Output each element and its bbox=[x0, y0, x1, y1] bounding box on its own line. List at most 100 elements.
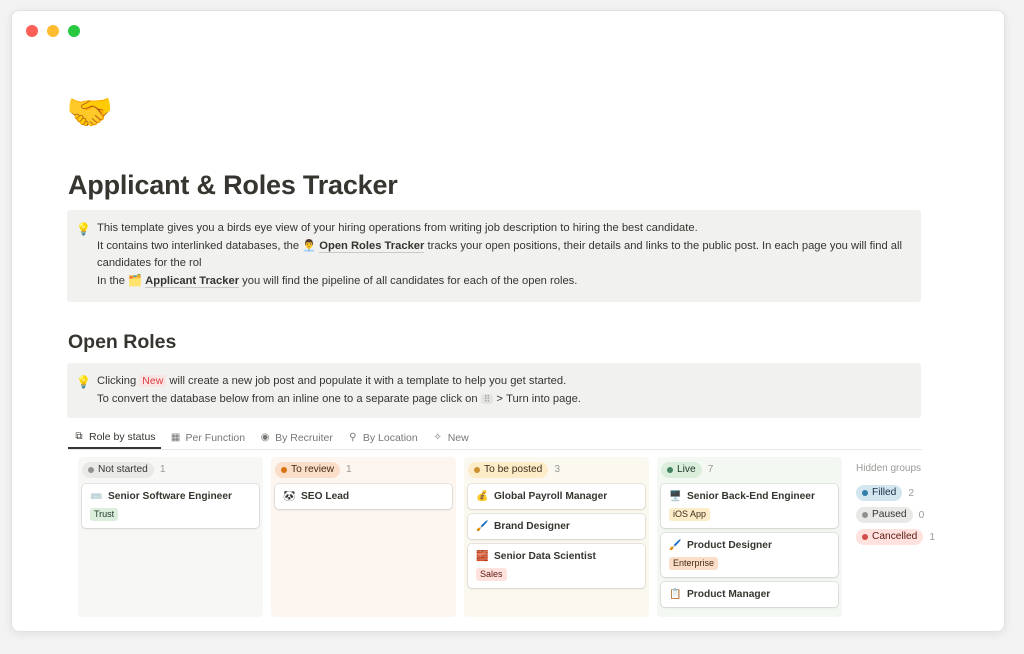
status-pill: Not started bbox=[82, 461, 154, 478]
callout-line: This template gives you a birds eye view… bbox=[97, 222, 698, 234]
column-count: 3 bbox=[554, 464, 561, 475]
tab-new-view[interactable]: ✧ New bbox=[427, 426, 474, 449]
status-dot bbox=[474, 466, 480, 473]
tab-by-recruiter[interactable]: ◉ By Recruiter bbox=[254, 426, 338, 449]
keyboard-icon: ⌨️ bbox=[90, 491, 103, 502]
card-title: Senior Back-End Engineer bbox=[687, 491, 815, 502]
status-dot bbox=[281, 466, 287, 473]
view-tabs: ⧉ Role by status ▦ Per Function ◉ By Rec… bbox=[68, 426, 922, 450]
column-count: 1 bbox=[159, 464, 166, 475]
page-icon[interactable]: 🤝 bbox=[66, 94, 113, 132]
tab-label: By Recruiter bbox=[275, 431, 333, 444]
tab-per-function[interactable]: ▦ Per Function bbox=[165, 426, 251, 449]
zoom-window-button[interactable] bbox=[68, 25, 80, 37]
column-to-review: To review 1 🐼 SEO Lead bbox=[271, 457, 456, 617]
hidden-group-paused[interactable]: Paused 0 bbox=[856, 504, 966, 526]
applicant-tracker-link[interactable]: 🗂️ Applicant Tracker bbox=[128, 274, 240, 288]
status-dot bbox=[862, 490, 868, 496]
column-count: 1 bbox=[346, 464, 352, 475]
callout-line: To convert the database below from an in… bbox=[97, 391, 907, 409]
section-title[interactable]: Open Roles bbox=[68, 331, 176, 354]
column-header[interactable]: Live 7 bbox=[661, 461, 838, 478]
hidden-groups-title: Hidden groups bbox=[856, 463, 922, 474]
role-card[interactable]: ⌨️ Senior Software Engineer Trust bbox=[82, 484, 259, 528]
status-label: Filled bbox=[872, 487, 897, 498]
paintbrush-icon: 🖌️ bbox=[669, 540, 682, 551]
tab-label: Per Function bbox=[185, 431, 246, 444]
card-title: Senior Data Scientist bbox=[494, 551, 596, 562]
board-icon: ⧉ bbox=[75, 431, 83, 442]
group-count: 0 bbox=[918, 509, 925, 521]
callout-line: It contains two interlinked databases, t… bbox=[97, 238, 907, 273]
lightbulb-icon: 💡 bbox=[76, 222, 91, 236]
column-live: Live 7 🖥️ Senior Back-End Engineer iOS Ap… bbox=[657, 457, 842, 617]
sparkle-icon: ✧ bbox=[433, 432, 442, 443]
column-count: 7 bbox=[707, 464, 714, 475]
role-card[interactable]: 🧱 Senior Data Scientist Sales bbox=[468, 544, 645, 588]
callout-text: > Turn into page. bbox=[493, 392, 581, 405]
card-title: Global Payroll Manager bbox=[494, 491, 608, 502]
card-title: SEO Lead bbox=[301, 491, 350, 502]
tab-label: New bbox=[447, 431, 469, 444]
callout-text: will create a new job post and populate … bbox=[166, 375, 567, 387]
column-not-started: Not started 1 ⌨️ Senior Software Engineer… bbox=[78, 457, 263, 617]
team-tag: iOS App bbox=[669, 508, 711, 521]
column-header[interactable]: To review 1 bbox=[275, 461, 452, 478]
card-title: Product Designer bbox=[687, 540, 772, 551]
status-label: Not started bbox=[98, 463, 148, 475]
tab-by-location[interactable]: ⚲ By Location bbox=[342, 426, 423, 449]
link-label: Open Roles Tracker bbox=[319, 239, 425, 253]
status-pill: Filled bbox=[856, 485, 903, 501]
role-card[interactable]: 💰 Global Payroll Manager bbox=[468, 484, 645, 509]
new-inline-code: New bbox=[139, 375, 167, 387]
hidden-group-filled[interactable]: Filled 2 bbox=[856, 482, 966, 504]
status-label: Cancelled bbox=[872, 531, 918, 542]
link-label: Applicant Tracker bbox=[145, 274, 240, 288]
money-bag-icon: 💰 bbox=[476, 491, 489, 502]
column-header[interactable]: To be posted 3 bbox=[468, 461, 645, 478]
card-title: Senior Software Engineer bbox=[108, 491, 232, 502]
panda-icon: 🐼 bbox=[283, 491, 296, 502]
desktop-icon: 🖥️ bbox=[669, 491, 682, 502]
callout-text: It contains two interlinked databases, t… bbox=[97, 239, 303, 252]
intro-callout: 💡 This template gives you a birds eye vi… bbox=[67, 210, 921, 302]
status-dot bbox=[862, 534, 868, 540]
minimize-window-button[interactable] bbox=[47, 25, 59, 37]
column-header[interactable]: Not started 1 bbox=[82, 461, 259, 478]
open-roles-tracker-link[interactable]: 👨‍💼 Open Roles Tracker bbox=[302, 239, 425, 253]
tab-label: Role by status bbox=[89, 430, 156, 443]
drag-handle-icon: ⠿ bbox=[480, 393, 494, 404]
role-card[interactable]: 🖥️ Senior Back-End Engineer iOS App bbox=[661, 484, 838, 528]
column-to-be-posted: To be posted 3 💰 Global Payroll Manager 🖌… bbox=[464, 457, 649, 617]
group-count: 1 bbox=[929, 531, 935, 543]
team-tag: Enterprise bbox=[669, 557, 719, 570]
team-tag: Trust bbox=[90, 508, 119, 521]
pin-icon: ⚲ bbox=[349, 432, 357, 443]
status-dot bbox=[862, 512, 868, 518]
team-tag: Sales bbox=[476, 568, 507, 581]
paintbrush-icon: 🖌️ bbox=[476, 521, 489, 532]
tab-role-by-status[interactable]: ⧉ Role by status bbox=[68, 426, 161, 449]
callout-text: To convert the database below from an in… bbox=[97, 392, 481, 405]
role-card[interactable]: 📋 Product Manager bbox=[661, 582, 838, 607]
link-icon: 🗂️ bbox=[128, 274, 143, 287]
callout-line: Clicking New will create a new job post … bbox=[97, 373, 907, 391]
callout-text: In the bbox=[97, 274, 129, 287]
hidden-group-cancelled[interactable]: Cancelled 1 bbox=[856, 526, 966, 548]
clipboard-icon: 📋 bbox=[669, 589, 682, 600]
role-card[interactable]: 🖌️ Product Designer Enterprise bbox=[661, 533, 838, 577]
close-window-button[interactable] bbox=[26, 25, 38, 37]
callout-text: you will find the pipeline of all candid… bbox=[239, 274, 578, 287]
hidden-groups: Hidden groups Filled 2 Paused 0 Cancelle… bbox=[856, 463, 966, 548]
card-title: Brand Designer bbox=[494, 521, 570, 532]
page-title[interactable]: Applicant & Roles Tracker bbox=[68, 170, 398, 201]
role-card[interactable]: 🖌️ Brand Designer bbox=[468, 514, 645, 539]
status-pill: Paused bbox=[856, 507, 913, 523]
callout-text: Clicking bbox=[97, 375, 140, 387]
bricks-icon: 🧱 bbox=[476, 551, 489, 562]
role-card[interactable]: 🐼 SEO Lead bbox=[275, 484, 452, 509]
status-label: Live bbox=[677, 463, 696, 475]
instructions-callout: 💡 Clicking New will create a new job pos… bbox=[67, 363, 921, 418]
tab-label: By Location bbox=[362, 431, 418, 444]
status-pill: Live bbox=[661, 461, 702, 478]
